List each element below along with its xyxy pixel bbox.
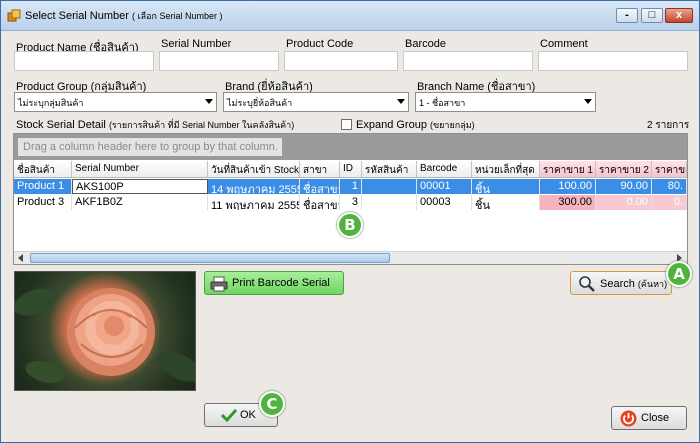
cell-price1: 300.00 bbox=[540, 195, 596, 210]
annotation-badge-c: C bbox=[259, 391, 285, 417]
cell-price3: 80. bbox=[652, 179, 687, 194]
product-code-label: Product Code bbox=[286, 38, 354, 50]
stock-serial-detail-label: Stock Serial Detail (รายการสินค้า ที่มี … bbox=[16, 119, 295, 131]
chevron-down-icon bbox=[584, 99, 592, 104]
maximize-button[interactable]: □ bbox=[641, 8, 663, 23]
cell-date: 14 พฤษภาคม 2555 bbox=[208, 179, 300, 194]
brand-select[interactable]: ไม่ระบุยี่ห้อสินค้า bbox=[223, 92, 409, 112]
cell-price2: 90.00 bbox=[596, 179, 652, 194]
branch-value: 1 - ชื่อสาขา bbox=[419, 98, 466, 108]
column-header[interactable]: ราคาขาย 3 bbox=[652, 161, 687, 178]
table-row[interactable]: Product 3 AKF1B0Z 11 พฤษภาคม 2555 ชื่อสา… bbox=[14, 195, 687, 210]
expand-group-label[interactable]: Expand Group (ขยายกลุ่ม) bbox=[356, 118, 475, 132]
comment-label: Comment bbox=[540, 38, 588, 50]
cell-id: 3 bbox=[340, 195, 362, 210]
cell-code bbox=[362, 195, 417, 210]
column-header[interactable]: หน่วยเล็กที่สุด bbox=[472, 161, 540, 178]
product-group-select[interactable]: ไม่ระบุกลุ่มสินค้า bbox=[14, 92, 217, 112]
column-header[interactable]: ราคาขาย 2 bbox=[596, 161, 652, 178]
column-header[interactable]: Barcode bbox=[417, 161, 472, 178]
close-label: Close bbox=[641, 412, 670, 424]
print-barcode-button[interactable]: Print Barcode Serial bbox=[204, 271, 344, 295]
barcode-input[interactable] bbox=[403, 51, 533, 71]
serial-grid[interactable]: Drag a column header here to group by th… bbox=[13, 133, 688, 265]
serial-number-label: Serial Number bbox=[161, 38, 232, 50]
cell-price2: 0.00 bbox=[596, 195, 652, 210]
record-count: 2 รายการ bbox=[647, 120, 690, 131]
cell-branch: ชื่อสาขา bbox=[300, 179, 340, 194]
app-icon bbox=[7, 9, 21, 22]
cell-serial[interactable]: AKS100P bbox=[72, 179, 208, 194]
product-code-input[interactable] bbox=[284, 51, 398, 71]
cell-barcode: 00001 bbox=[417, 179, 472, 194]
rose-photo bbox=[14, 271, 196, 391]
search-button[interactable]: Search (ค้นหา) bbox=[570, 271, 672, 295]
cell-serial: AKF1B0Z bbox=[72, 195, 208, 210]
column-header[interactable]: Serial Number bbox=[72, 161, 208, 178]
check-icon bbox=[221, 408, 237, 422]
column-header[interactable]: ราคาขาย 1 bbox=[540, 161, 596, 178]
cell-date: 11 พฤษภาคม 2555 bbox=[208, 195, 300, 210]
branch-select[interactable]: 1 - ชื่อสาขา bbox=[415, 92, 596, 112]
scroll-left-icon[interactable] bbox=[18, 254, 23, 262]
close-window-button[interactable]: x bbox=[665, 8, 693, 23]
group-hint: Drag a column header here to group by th… bbox=[18, 138, 282, 156]
column-header[interactable]: ชื่อสินค้า bbox=[14, 161, 72, 178]
title-bar[interactable]: Select Serial Number ( เลือก Serial Numb… bbox=[1, 1, 699, 31]
group-panel[interactable]: Drag a column header here to group by th… bbox=[14, 134, 687, 160]
annotation-badge-a: A bbox=[666, 261, 692, 287]
product-name-input[interactable] bbox=[14, 51, 154, 71]
select-serial-window: Select Serial Number ( เลือก Serial Numb… bbox=[0, 0, 700, 443]
barcode-label: Barcode bbox=[405, 38, 446, 50]
chevron-down-icon bbox=[205, 99, 213, 104]
cell-price3: 0. bbox=[652, 195, 687, 210]
expand-group-checkbox[interactable] bbox=[341, 119, 352, 130]
cell-id: 1 bbox=[340, 179, 362, 194]
chevron-down-icon bbox=[397, 99, 405, 104]
annotation-badge-b: B bbox=[337, 212, 363, 238]
cell-price1: 100.00 bbox=[540, 179, 596, 194]
brand-value: ไม่ระบุยี่ห้อสินค้า bbox=[227, 98, 293, 108]
cell-unit: ชิ้น bbox=[472, 179, 540, 194]
product-group-value: ไม่ระบุกลุ่มสินค้า bbox=[18, 98, 84, 108]
column-header[interactable]: ID bbox=[340, 161, 362, 178]
print-barcode-label: Print Barcode Serial bbox=[232, 277, 330, 289]
column-header[interactable]: วันที่สินค้าเข้า Stock bbox=[208, 161, 300, 178]
printer-icon bbox=[210, 276, 228, 292]
column-header[interactable]: รหัสสินค้า bbox=[362, 161, 417, 178]
scrollbar-thumb[interactable] bbox=[30, 253, 390, 263]
cell-branch: ชื่อสาขา bbox=[300, 195, 340, 210]
comment-input[interactable] bbox=[538, 51, 688, 71]
cell-unit: ชิ้น bbox=[472, 195, 540, 210]
search-label: Search (ค้นหา) bbox=[600, 278, 668, 290]
window-title: Select Serial Number ( เลือก Serial Numb… bbox=[25, 10, 223, 22]
ok-label: OK bbox=[240, 409, 256, 421]
table-row[interactable]: Product 1 AKS100P 14 พฤษภาคม 2555 ชื่อสา… bbox=[14, 179, 687, 194]
cell-code bbox=[362, 179, 417, 194]
power-icon bbox=[620, 410, 637, 427]
cell-product: Product 3 bbox=[14, 195, 72, 210]
cell-barcode: 00003 bbox=[417, 195, 472, 210]
magnifier-icon bbox=[579, 276, 595, 292]
rose-image bbox=[15, 288, 195, 383]
minimize-button[interactable]: - bbox=[616, 8, 638, 23]
close-button[interactable]: Close bbox=[611, 406, 687, 430]
cell-product: Product 1 bbox=[14, 179, 72, 194]
serial-number-input[interactable] bbox=[159, 51, 279, 71]
horizontal-scrollbar[interactable] bbox=[14, 251, 687, 264]
column-header[interactable]: สาขา bbox=[300, 161, 340, 178]
